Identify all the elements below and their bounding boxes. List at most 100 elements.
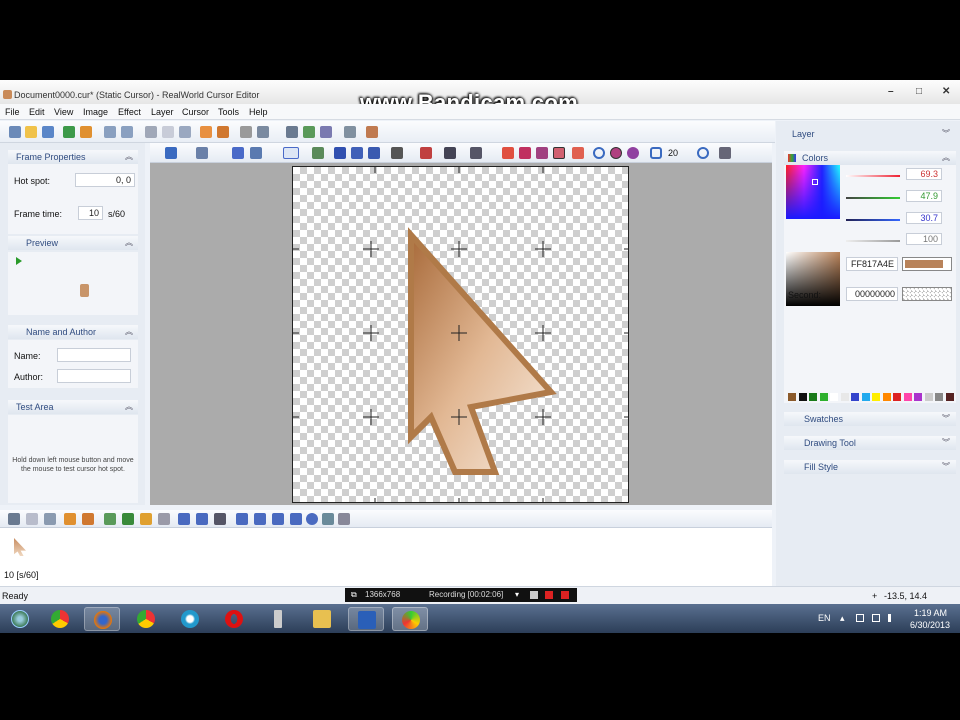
menu-image[interactable]: Image (83, 107, 108, 117)
color-swatch[interactable] (798, 393, 807, 401)
language-indicator[interactable]: EN (818, 613, 831, 623)
fill-orange-icon[interactable] (572, 147, 584, 159)
brush-tool-icon[interactable] (351, 147, 363, 159)
frame-options-icon[interactable] (338, 513, 350, 525)
clock-time[interactable]: 1:19 AM (914, 608, 947, 618)
text-icon[interactable] (232, 147, 244, 159)
taskbar-device[interactable] (260, 607, 296, 631)
prev-frame-icon[interactable] (254, 513, 266, 525)
slider-1[interactable] (846, 175, 900, 177)
fill-pink-icon[interactable] (519, 147, 531, 159)
circle-solid-icon[interactable] (627, 147, 639, 159)
primary-color-dropdown[interactable] (902, 257, 952, 271)
slider-4[interactable] (846, 240, 900, 242)
color-swatch[interactable] (903, 393, 912, 401)
frametime-field[interactable]: 10 (78, 206, 103, 220)
colors-header[interactable]: Colors ︽ (784, 151, 956, 165)
cut-icon[interactable] (145, 126, 157, 138)
slider-2[interactable] (846, 197, 900, 199)
color-swatch[interactable] (819, 393, 828, 401)
expand-icon[interactable]: ︾ (942, 460, 950, 474)
shape-icon[interactable] (420, 147, 432, 159)
menu-tools[interactable]: Tools (218, 107, 239, 117)
import-icon[interactable] (63, 126, 75, 138)
next-frame-icon[interactable] (272, 513, 284, 525)
expand-icon[interactable]: ︾ (942, 436, 950, 450)
menu-view[interactable]: View (54, 107, 73, 117)
color-swatch[interactable] (809, 393, 817, 401)
record-icon[interactable] (561, 591, 569, 599)
color-swatch[interactable] (924, 393, 933, 401)
taskbar-opera[interactable] (216, 607, 252, 631)
size-circle-icon[interactable] (697, 147, 709, 159)
color-swatch[interactable] (840, 393, 849, 401)
fill-style-header[interactable]: Fill Style ︾ (784, 460, 956, 474)
layer-header[interactable]: Layer ︾ (784, 127, 956, 141)
swatches-header[interactable]: Swatches ︾ (784, 412, 956, 426)
remove-frame-icon[interactable] (214, 513, 226, 525)
crop-icon[interactable] (344, 126, 356, 138)
color-swatch[interactable] (861, 393, 870, 401)
redo-icon[interactable] (121, 126, 133, 138)
slider-3[interactable] (846, 219, 900, 221)
brush-icon[interactable] (320, 126, 332, 138)
lasso-icon[interactable] (250, 147, 262, 159)
new-icon[interactable] (9, 126, 21, 138)
frame-properties-header[interactable]: Frame Properties ︽ (8, 150, 138, 164)
color-swatch[interactable] (851, 393, 859, 401)
move-right-icon[interactable] (196, 513, 208, 525)
user-icon[interactable] (366, 126, 378, 138)
crosshair-icon[interactable] (368, 147, 380, 159)
slider-2-value[interactable]: 47.9 (906, 190, 942, 202)
filter-icon[interactable] (286, 126, 298, 138)
ellipse-select-icon[interactable] (283, 147, 299, 159)
slider-3-value[interactable]: 30.7 (906, 212, 942, 224)
line-icon[interactable] (444, 147, 456, 159)
menu-edit[interactable]: Edit (29, 107, 45, 117)
move-icon[interactable] (165, 147, 177, 159)
taskbar-word[interactable] (348, 607, 384, 631)
second-hex-field[interactable]: 00000000 (846, 287, 898, 301)
menu-effect[interactable]: Effect (118, 107, 141, 117)
name-author-header[interactable]: Name and Author ︽ (8, 325, 138, 339)
color-swatch[interactable] (893, 393, 901, 401)
save-icon[interactable] (42, 126, 54, 138)
test-area-header[interactable]: Test Area ︽ (8, 400, 138, 414)
color-swatch[interactable] (945, 393, 954, 401)
taskbar-firefox[interactable] (84, 607, 120, 631)
camera-icon[interactable] (530, 591, 538, 599)
stop-icon[interactable] (545, 591, 553, 599)
paste-frame-icon[interactable] (82, 513, 94, 525)
expand-icon[interactable]: ︾ (942, 412, 950, 426)
color-swatch[interactable] (914, 393, 922, 401)
collapse-icon[interactable]: ︽ (125, 400, 133, 414)
layer-icon[interactable] (200, 126, 212, 138)
stamp-icon[interactable] (391, 147, 403, 159)
new-frame-icon[interactable] (26, 513, 38, 525)
grid-icon[interactable] (719, 147, 731, 159)
menu-layer[interactable]: Layer (151, 107, 174, 117)
expand-icon[interactable]: ︾ (942, 127, 950, 141)
copy-icon[interactable] (162, 126, 174, 138)
slider-4-value[interactable]: 100 (906, 233, 942, 245)
dropdown-icon[interactable]: ▾ (515, 590, 519, 599)
test-area-body[interactable]: Hold down left mouse button and move the… (8, 415, 138, 503)
close-button[interactable]: ✕ (942, 86, 950, 97)
export-icon[interactable] (80, 126, 92, 138)
open-icon[interactable] (25, 126, 37, 138)
move-left-icon[interactable] (178, 513, 190, 525)
menu-help[interactable]: Help (249, 107, 268, 117)
pencil-icon[interactable] (334, 147, 346, 159)
hand-icon[interactable] (240, 126, 252, 138)
fill-red-icon[interactable] (502, 147, 514, 159)
preview-header[interactable]: Preview ︽ (8, 236, 138, 250)
first-frame-icon[interactable] (236, 513, 248, 525)
hex-field[interactable]: FF817A4E (846, 257, 898, 271)
import-frame-icon[interactable] (104, 513, 116, 525)
curve-icon[interactable] (470, 147, 482, 159)
taskbar-ie[interactable] (172, 607, 208, 631)
color-swatch[interactable] (788, 393, 796, 401)
taskbar-chrome-2[interactable] (128, 607, 164, 631)
hotspot-field[interactable]: 0, 0 (75, 173, 135, 187)
screen-icon[interactable]: ⧉ (351, 590, 357, 600)
